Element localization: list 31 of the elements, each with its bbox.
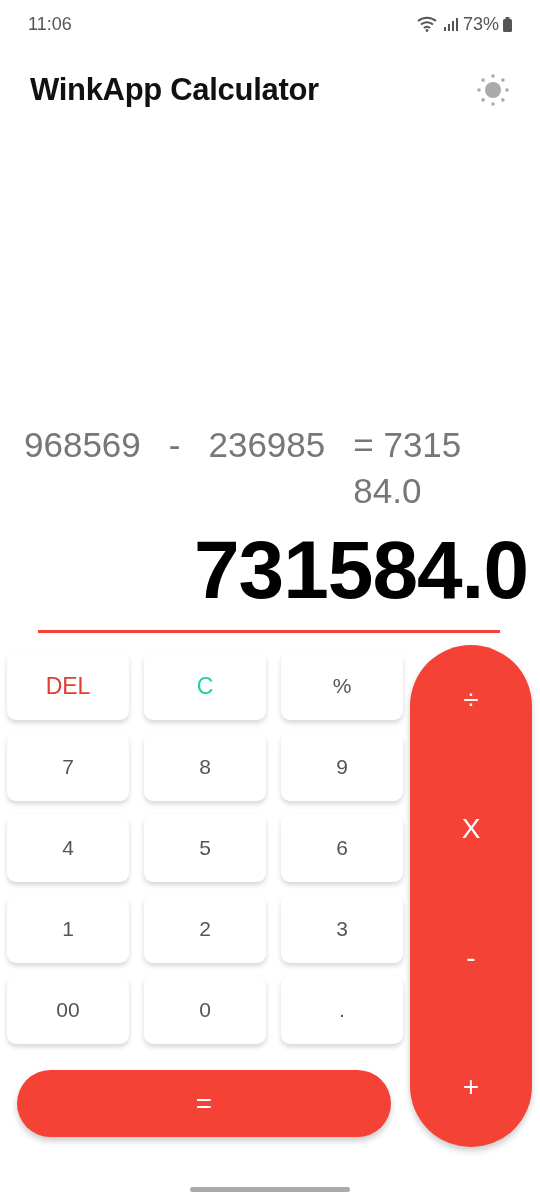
expression-operand: 968569 (24, 424, 141, 466)
operator-key[interactable]: ÷ (447, 680, 495, 720)
keypad-key[interactable]: 4 (7, 814, 129, 882)
keypad-key[interactable]: % (281, 652, 403, 720)
delete-key[interactable]: DEL (7, 652, 129, 720)
theme-toggle-icon[interactable] (476, 73, 510, 107)
keypad-key[interactable]: 0 (144, 976, 266, 1044)
status-time: 11:06 (28, 13, 72, 35)
keypad-key[interactable]: 5 (144, 814, 266, 882)
expression-operator: - (168, 424, 181, 466)
keypad-key[interactable]: . (281, 976, 403, 1044)
keypad-key[interactable]: 00 (7, 976, 129, 1044)
operator-key[interactable]: - (450, 938, 492, 978)
wifi-icon (416, 16, 439, 32)
keypad-key[interactable]: 9 (281, 733, 403, 801)
signal-icon (442, 16, 459, 32)
equals-button[interactable]: = (17, 1070, 391, 1137)
keypad-key[interactable]: 1 (7, 895, 129, 963)
expression-operand: 236985 (208, 424, 326, 466)
keypad-key[interactable]: 6 (281, 814, 403, 882)
expression-result: = 731584.0 (353, 424, 463, 512)
keypad-key[interactable]: 2 (144, 895, 266, 963)
operator-key[interactable]: + (446, 1067, 496, 1107)
battery-percent: 73% (462, 13, 499, 35)
operator-key[interactable]: X (445, 809, 497, 849)
keypad-key[interactable]: 7 (7, 733, 129, 801)
battery-icon (503, 16, 512, 32)
keypad-key[interactable]: 8 (144, 733, 266, 801)
keypad-key[interactable]: 3 (281, 895, 403, 963)
app-title: WinkApp Calculator (30, 72, 319, 108)
result-display: 731584.0 (193, 524, 529, 616)
